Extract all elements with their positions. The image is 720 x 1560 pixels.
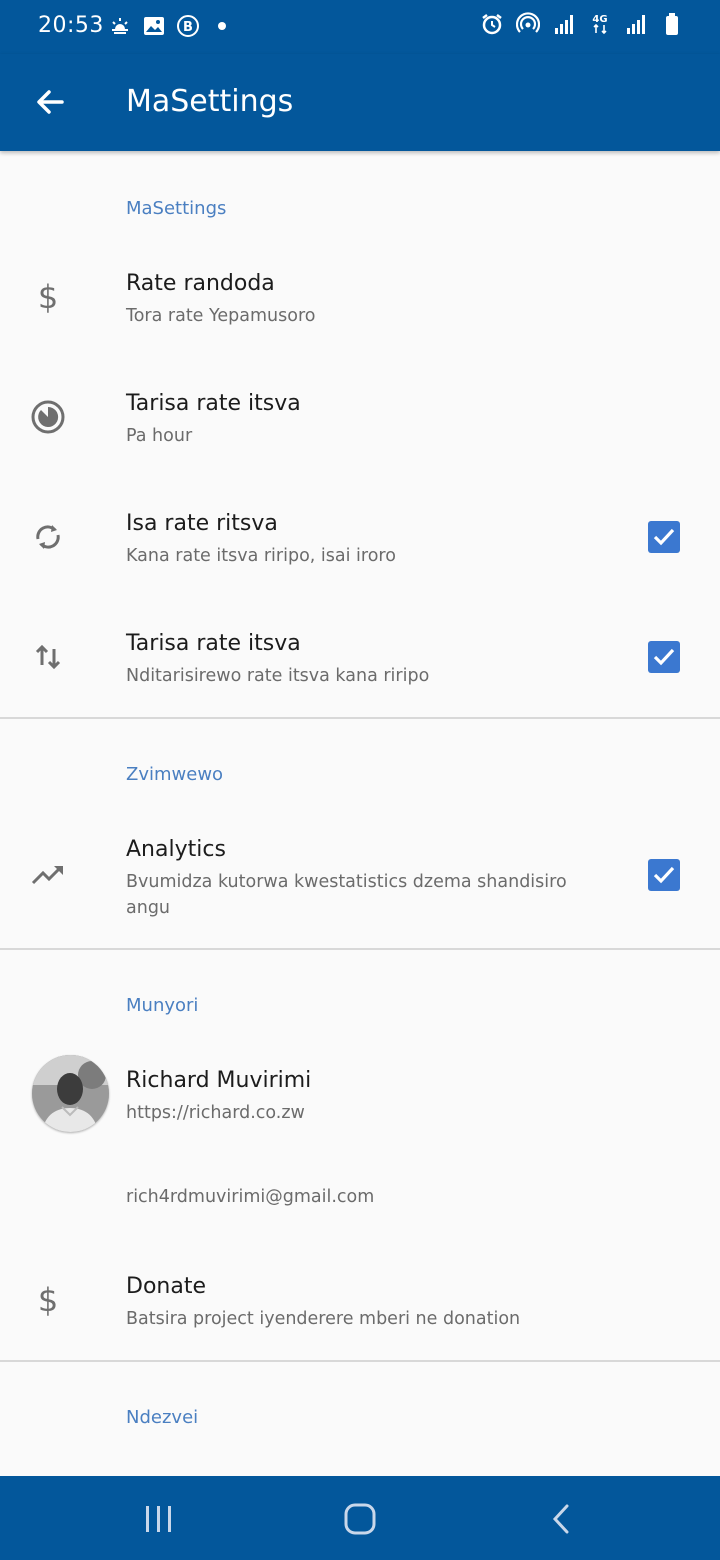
dollar-icon: $ xyxy=(38,1282,58,1318)
pref-rate-randoda[interactable]: $ Rate randoda Tora rate Yepamusoro xyxy=(0,237,720,357)
pref-title: Isa rate ritsva xyxy=(126,511,278,536)
settings-list[interactable]: MaSettings $ Rate randoda Tora rate Yepa… xyxy=(0,151,720,1476)
status-bar: 20:53 B 4G xyxy=(0,0,720,54)
swap-vertical-icon xyxy=(35,644,61,670)
trending-up-icon xyxy=(31,865,63,885)
checkbox-tarisa-rate-itsva[interactable] xyxy=(648,641,680,673)
pref-summary: Bvumidza kutorwa kwestatistics dzema sha… xyxy=(126,872,567,918)
timer-icon xyxy=(31,400,65,434)
pref-summary: Batsira project iyenderere mberi ne dona… xyxy=(126,1309,521,1329)
pref-summary: Pa hour xyxy=(126,426,193,446)
svg-text:$: $ xyxy=(38,279,58,315)
alarm-icon xyxy=(482,14,502,35)
author-email[interactable]: rich4rdmuvirimi@gmail.com xyxy=(126,1184,596,1210)
checkbox-analytics[interactable] xyxy=(648,859,680,891)
category-header-zvimwewo: Zvimwewo xyxy=(126,764,224,785)
pref-isa-rate-ritsva[interactable]: Isa rate ritsva Kana rate itsva riripo, … xyxy=(0,477,720,597)
pref-author-email[interactable]: rich4rdmuvirimi@gmail.com xyxy=(0,1154,720,1246)
app-bar: MaSettings xyxy=(0,54,720,151)
section-divider xyxy=(0,948,720,950)
pref-analytics[interactable]: Analytics Bvumidza kutorwa kwestatistics… xyxy=(0,803,720,948)
b-badge-icon: B xyxy=(177,15,199,37)
section-divider xyxy=(0,1360,720,1362)
category-header-masettings: MaSettings xyxy=(126,198,227,219)
avatar xyxy=(32,1055,109,1132)
checkmark-icon xyxy=(653,648,675,666)
pref-donate[interactable]: $ Donate Batsira project iyenderere mber… xyxy=(0,1246,720,1361)
4g-icon: 4G xyxy=(592,14,608,35)
recents-icon[interactable] xyxy=(139,1500,179,1540)
pref-title: Donate xyxy=(126,1274,206,1299)
signal-icon-2 xyxy=(627,15,645,34)
home-icon[interactable] xyxy=(340,1500,380,1540)
pref-tarisa-rate-itsva-interval[interactable]: Tarisa rate itsva Pa hour xyxy=(0,357,720,477)
sync-icon xyxy=(36,525,60,549)
back-icon[interactable] xyxy=(542,1500,582,1540)
page-title: MaSettings xyxy=(126,84,294,119)
pref-summary: Tora rate Yepamusoro xyxy=(126,306,316,326)
pref-title: Tarisa rate itsva xyxy=(126,631,301,656)
checkbox-isa-rate-ritsva[interactable] xyxy=(648,521,680,553)
back-arrow-icon[interactable] xyxy=(28,80,72,124)
weather-icon xyxy=(112,18,128,34)
pref-tarisa-rate-itsva-notify[interactable]: Tarisa rate itsva Nditarisirewo rate its… xyxy=(0,597,720,717)
signal-icon xyxy=(555,15,573,34)
category-header-ndezvei: Ndezvei xyxy=(126,1407,199,1428)
svg-text:$: $ xyxy=(38,1282,58,1318)
category-header-munyori: Munyori xyxy=(126,995,199,1016)
battery-icon xyxy=(666,13,678,35)
pref-title: Rate randoda xyxy=(126,271,275,296)
pref-author[interactable]: Richard Muvirimi https://richard.co.zw xyxy=(0,1034,720,1154)
author-website[interactable]: https://richard.co.zw xyxy=(126,1100,596,1126)
svg-text:B: B xyxy=(183,20,193,35)
checkmark-icon xyxy=(653,528,675,546)
status-time: 20:53 xyxy=(38,13,104,38)
hotspot-icon xyxy=(516,12,540,33)
section-divider xyxy=(0,717,720,719)
pref-summary: Nditarisirewo rate itsva kana riripo xyxy=(126,666,430,686)
checkmark-icon xyxy=(653,866,675,884)
pref-title: Analytics xyxy=(126,837,226,862)
author-name: Richard Muvirimi xyxy=(126,1068,312,1093)
pref-title: Tarisa rate itsva xyxy=(126,391,301,416)
pref-summary: Kana rate itsva riripo, isai iroro xyxy=(126,546,396,566)
svg-text:4G: 4G xyxy=(592,14,607,25)
dot-icon xyxy=(218,22,226,30)
image-icon xyxy=(144,17,164,35)
navigation-bar xyxy=(0,1476,720,1560)
dollar-icon: $ xyxy=(38,279,58,315)
avatar-photo xyxy=(32,1055,109,1132)
